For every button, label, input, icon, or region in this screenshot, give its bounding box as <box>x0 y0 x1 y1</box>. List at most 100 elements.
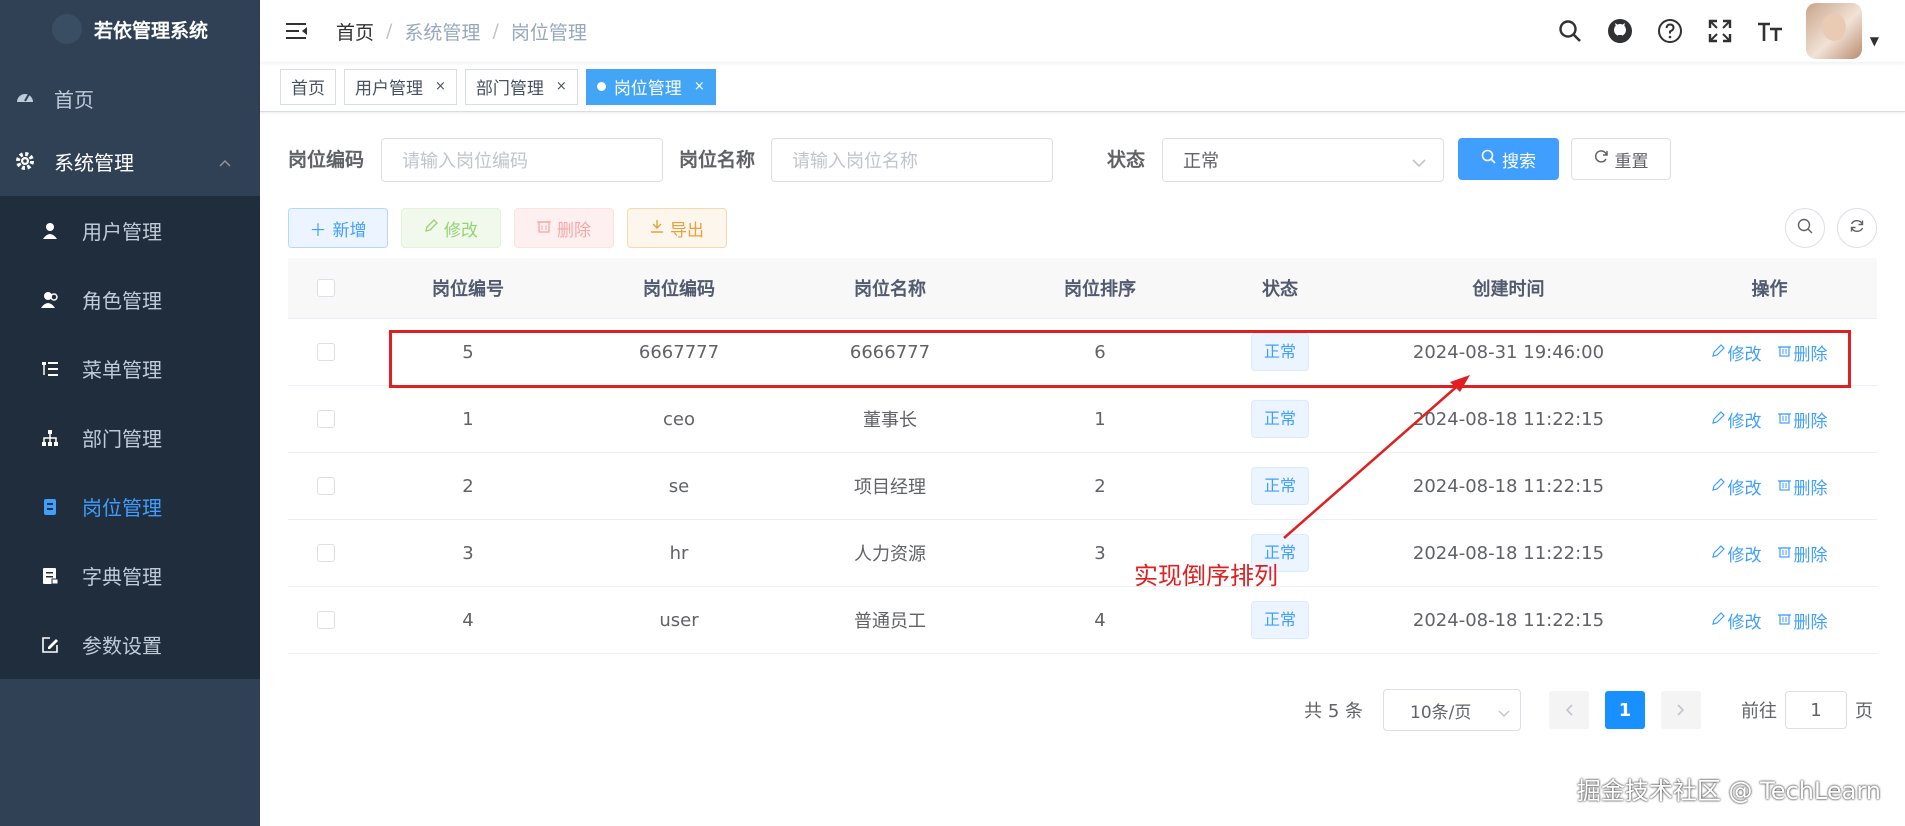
sidebar-item-menus[interactable]: 菜单管理 <box>0 334 260 403</box>
chevron-down-icon <box>1498 704 1510 724</box>
sidebar-item-dicts[interactable]: 字典管理 <box>0 541 260 610</box>
column-header[interactable]: 创建时间 <box>1355 275 1662 301</box>
sidebar: 若依管理系统 首页 系统管理 用户管理 角色管理 菜单管理 部门管理 岗位管理 … <box>0 0 260 826</box>
page-size-select[interactable]: 10条/页 <box>1383 689 1521 731</box>
post-icon <box>40 497 60 517</box>
column-header[interactable]: 岗位名称 <box>785 275 995 301</box>
search-icon[interactable] <box>1556 17 1584 45</box>
post-name-placeholder: 请输入岗位名称 <box>792 151 918 172</box>
row-delete-link[interactable]: 删除 <box>1777 608 1828 633</box>
sidebar-item-system[interactable]: 系统管理 <box>0 130 260 192</box>
pagination-total: 共 5 条 <box>1304 701 1363 722</box>
font-size-icon[interactable] <box>1756 17 1784 45</box>
select-all-checkbox[interactable] <box>316 279 335 297</box>
post-name-input[interactable]: 请输入岗位名称 <box>771 138 1053 182</box>
edit-icon <box>1711 543 1725 563</box>
goto-suffix: 页 <box>1855 701 1873 722</box>
question-icon[interactable] <box>1656 17 1684 45</box>
sidebar-item-label: 用户管理 <box>82 220 162 244</box>
sidebar-item-home[interactable]: 首页 <box>0 66 260 130</box>
fullscreen-icon[interactable] <box>1706 17 1734 45</box>
post-code-input[interactable]: 请输入岗位编码 <box>381 138 663 182</box>
sidebar-item-label: 系统管理 <box>54 150 134 175</box>
checkbox-cell <box>288 544 363 562</box>
status-select[interactable]: 正常 <box>1162 138 1444 182</box>
row-edit-label: 修改 <box>1727 612 1762 633</box>
close-icon[interactable]: × <box>556 79 567 94</box>
post-code-cell: ceo <box>663 408 695 430</box>
goto-label: 前往 <box>1741 701 1777 722</box>
row-edit-link[interactable]: 修改 <box>1711 541 1762 566</box>
column-header[interactable]: 岗位编码 <box>573 275 785 301</box>
navbar: 首页 / 系统管理 / 岗位管理 ▼ <box>260 0 1905 62</box>
page-number[interactable]: 1 <box>1605 691 1645 729</box>
column-header[interactable]: 状态 <box>1205 275 1355 301</box>
row-delete-link[interactable]: 删除 <box>1777 474 1828 499</box>
row-checkbox[interactable] <box>316 611 335 629</box>
sidebar-item-label: 首页 <box>54 87 94 112</box>
operation-cell: 修改 删除 <box>1662 407 1877 432</box>
row-checkbox[interactable] <box>316 477 335 495</box>
sidebar-logo[interactable]: 若依管理系统 <box>0 0 260 58</box>
sidebar-item-roles[interactable]: 角色管理 <box>0 265 260 334</box>
tag-posts[interactable]: 岗位管理 × <box>585 68 716 105</box>
create-time-cell: 2024-08-18 11:22:15 <box>1412 609 1605 631</box>
row-checkbox[interactable] <box>316 544 335 562</box>
table-row: 3 hr 人力资源 3 正常 2024-08-18 11:22:15 修改 删除 <box>288 520 1877 587</box>
sidebar-item-depts[interactable]: 部门管理 <box>0 403 260 472</box>
row-edit-link[interactable]: 修改 <box>1711 608 1762 633</box>
status-cell: 正常 <box>1205 467 1355 505</box>
export-button[interactable]: 导出 <box>627 208 727 248</box>
user-icon <box>40 221 60 241</box>
hamburger-icon[interactable] <box>282 16 312 46</box>
breadcrumb-system: 系统管理 <box>404 21 481 44</box>
row-delete-link[interactable]: 删除 <box>1777 541 1828 566</box>
tag-users[interactable]: 用户管理 × <box>344 68 457 105</box>
export-button-label: 导出 <box>670 220 704 241</box>
reset-button[interactable]: 重置 <box>1571 138 1671 180</box>
sidebar-item-users[interactable]: 用户管理 <box>0 196 260 265</box>
close-icon[interactable]: × <box>435 79 446 94</box>
sidebar-item-config[interactable]: 参数设置 <box>0 610 260 679</box>
sidebar-item-label: 部门管理 <box>82 427 162 451</box>
row-checkbox[interactable] <box>316 410 335 428</box>
caret-down-icon[interactable]: ▼ <box>1870 34 1879 48</box>
delete-button-label: 删除 <box>557 220 591 241</box>
post-code-label: 岗位编码 <box>288 149 365 171</box>
create-time-cell: 2024-08-18 11:22:15 <box>1412 408 1605 430</box>
prev-page-button[interactable] <box>1549 691 1589 729</box>
download-icon <box>650 218 664 238</box>
avatar[interactable] <box>1805 3 1862 59</box>
toggle-search-button[interactable] <box>1785 208 1825 248</box>
sidebar-item-label: 字典管理 <box>82 565 162 589</box>
status-select-value: 正常 <box>1183 151 1219 172</box>
active-dot-icon <box>596 82 606 91</box>
column-header[interactable]: 岗位排序 <box>995 275 1205 301</box>
peoples-icon <box>40 290 60 310</box>
refresh-button[interactable] <box>1837 208 1877 248</box>
table-row: 4 user 普通员工 4 正常 2024-08-18 11:22:15 修改 删除 <box>288 587 1877 654</box>
breadcrumb-home[interactable]: 首页 <box>336 18 374 45</box>
github-icon[interactable] <box>1606 17 1634 45</box>
row-edit-link[interactable]: 修改 <box>1711 474 1762 499</box>
goto-page-input[interactable]: 1 <box>1785 691 1847 729</box>
tree-icon <box>40 428 60 448</box>
tag-depts[interactable]: 部门管理 × <box>464 68 578 105</box>
column-header[interactable]: 岗位编号 <box>363 275 573 301</box>
post-code-cell: user <box>659 609 699 631</box>
tag-home[interactable]: 首页 <box>280 68 336 105</box>
delete-button[interactable]: 删除 <box>514 208 614 248</box>
close-icon[interactable]: × <box>694 79 705 94</box>
status-badge: 正常 <box>1250 400 1309 438</box>
create-time-cell: 2024-08-18 11:22:15 <box>1412 542 1605 564</box>
dashboard-icon <box>14 87 36 109</box>
add-button[interactable]: ＋新增 <box>288 208 388 248</box>
row-delete-link[interactable]: 删除 <box>1777 407 1828 432</box>
row-edit-link[interactable]: 修改 <box>1711 407 1762 432</box>
sidebar-item-posts[interactable]: 岗位管理 <box>0 472 260 541</box>
search-button[interactable]: 搜索 <box>1458 138 1559 180</box>
edit-button[interactable]: 修改 <box>401 208 501 248</box>
next-page-button[interactable] <box>1661 691 1701 729</box>
post-sort-cell: 2 <box>1094 475 1106 497</box>
row-checkbox[interactable] <box>316 343 335 361</box>
